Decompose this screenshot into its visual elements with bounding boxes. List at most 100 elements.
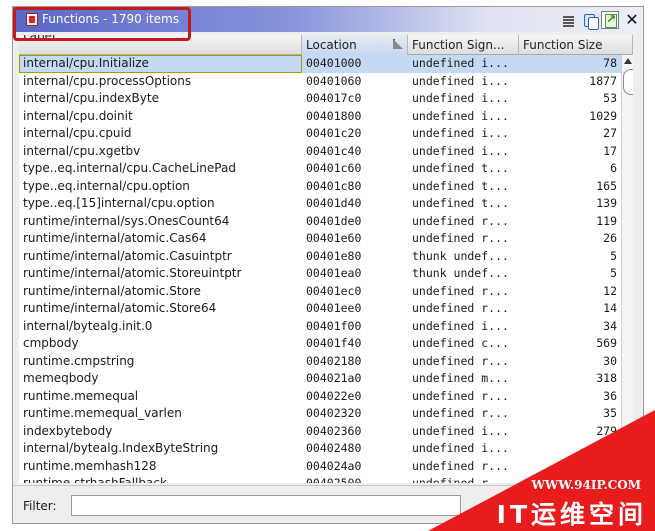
cell-signature: undefined i... [412,56,509,70]
cell-size: 5 [610,248,617,263]
cell-label: memeqbody [23,371,99,385]
table-row[interactable]: runtime.memequal 004022e0 undefined r... 36 [19,388,633,406]
cell-label: internal/bytealg.IndexByteString [23,441,219,455]
title-highlight-box [13,7,191,41]
column-header-location[interactable]: Location [302,35,408,55]
cell-label: runtime.memequal [23,388,139,403]
cell-label: runtime.cmpstring [23,353,135,368]
cell-size: 569 [596,336,617,350]
cell-label: internal/cpu.Initialize [19,55,302,73]
cell-signature: undefined r... [412,283,509,298]
cell-location: 00401060 [306,73,362,88]
cell-size: 12 [603,283,617,298]
table-row[interactable]: type..eq.internal/cpu.CacheLinePad 00401c… [19,160,633,178]
table-row[interactable]: internal/cpu.doinit 00401800 undefined i..… [19,108,633,126]
cell-label: type..eq.internal/cpu.option [23,178,190,193]
list-view-icon[interactable] [560,11,578,29]
cell-signature: undefined t... [412,161,509,175]
filter-input[interactable] [71,495,461,516]
cell-label: cmpbody [23,336,79,350]
cell-signature: undefined t... [412,196,509,210]
cell-label: runtime/internal/atomic.Store64 [23,301,217,315]
cell-label: runtime/internal/atomic.Store [23,283,201,298]
table-row[interactable]: runtime/internal/atomic.Cas64 00401e60 und… [19,230,633,248]
cell-location: 00401ec0 [306,283,362,298]
cell-location: 00402480 [306,441,362,455]
cell-size: 26 [603,231,617,245]
cell-size: 53 [603,91,617,105]
column-header-signature[interactable]: Function Sign... [408,35,519,55]
cell-location: 00401e60 [306,231,362,245]
cell-location: 00401c20 [306,126,362,140]
cell-label: runtime/internal/atomic.Casuintptr [23,248,232,263]
table-row[interactable]: type..eq.[15]internal/cpu.option 00401d40… [19,195,633,213]
cell-size: 165 [596,178,617,193]
cell-size: 139 [596,196,617,210]
cell-size: 34 [603,318,617,333]
cell-size: 1877 [589,73,617,88]
cell-label: internal/bytealg.init.0 [23,318,153,333]
cell-signature: undefined t... [412,178,509,193]
table-row[interactable]: cmpbody 00401f40 undefined c... 569 [19,335,633,353]
cell-signature: undefined m... [412,371,509,385]
cell-location: 004022e0 [306,388,362,403]
cell-signature: undefined i... [412,318,509,333]
cell-signature: undefined i... [412,108,509,123]
cell-label: runtime.memequal_varlen [23,406,182,420]
cell-location: 004024a0 [306,458,362,473]
table-row[interactable]: runtime/internal/sys.OnesCount64 00401de0… [19,213,633,231]
cell-signature: undefined i... [412,91,509,105]
table-row[interactable]: internal/cpu.indexByte 004017c0 undefined … [19,90,633,108]
table-row[interactable]: type..eq.internal/cpu.option 00401c80 unde… [19,178,633,196]
cell-location: 00401ee0 [306,301,362,315]
sort-ascending-icon [392,39,403,50]
table-row[interactable]: internal/cpu.processOptions 00401060 undef… [19,73,633,91]
cell-signature: undefined r... [412,213,509,228]
copy-icon[interactable] [581,11,599,30]
cell-label: internal/cpu.xgetbv [23,143,141,158]
scroll-up-icon[interactable] [624,58,632,64]
cell-signature: thunk undef... [412,248,509,263]
cell-signature: undefined r... [412,301,509,315]
table-row[interactable]: internal/bytealg.init.0 00401f00 undefined… [19,318,633,336]
cell-location: 00402500 [306,476,362,483]
table-row[interactable]: runtime/internal/atomic.Store 00401ec0 und… [19,283,633,301]
cell-size: 5 [610,266,617,280]
table-row[interactable]: memeqbody 004021a0 undefined m... 318 [19,370,633,388]
cell-location: 00401c40 [306,143,362,158]
cell-signature: undefined i... [412,126,509,140]
cell-location: 00401c80 [306,178,362,193]
table-row[interactable]: runtime/internal/atomic.Casuintptr 00401e… [19,248,633,266]
cell-label: type..eq.internal/cpu.CacheLinePad [23,161,236,175]
cell-label: type..eq.[15]internal/cpu.option [23,196,215,210]
column-header-size[interactable]: Function Size [519,35,633,55]
cell-size: 1029 [589,108,617,123]
table-row[interactable]: internal/cpu.Initialize 00401000 undefined… [19,55,633,73]
table-row[interactable]: internal/cpu.cpuid 00401c20 undefined i...… [19,125,633,143]
cell-size: 17 [603,143,617,158]
cell-signature: thunk undef... [412,266,509,280]
table-row[interactable]: internal/cpu.xgetbv 00401c40 undefined i..… [19,143,633,161]
cell-location: 00402360 [306,423,362,438]
cell-location: 00401800 [306,108,362,123]
table-row[interactable]: runtime.cmpstring 00402180 undefined r... 3… [19,353,633,371]
cell-size: 78 [603,56,617,70]
cell-signature: undefined i... [412,143,509,158]
cell-location: 00401e80 [306,248,362,263]
table-row[interactable]: runtime/internal/atomic.Storeuintptr 0040… [19,265,633,283]
table-row[interactable]: runtime/internal/atomic.Store64 00401ee0 u… [19,300,633,318]
cell-signature: undefined r... [412,353,509,368]
cell-location: 00401ea0 [306,266,362,280]
watermark-url: WWW.94IP.COM [531,478,641,492]
close-icon[interactable]: ✕ [623,11,641,29]
cell-label: runtime.memhash128 [23,458,157,473]
cell-signature: undefined r... [412,231,509,245]
cell-signature: undefined r... [412,388,509,403]
export-icon[interactable] [601,11,619,29]
cell-location: 00401c60 [306,161,362,175]
cell-label: internal/cpu.cpuid [23,126,132,140]
scrollbar-thumb[interactable] [623,69,633,95]
cell-label: internal/cpu.doinit [23,108,133,123]
filter-label: Filter: [23,499,57,513]
cell-location: 00402180 [306,353,362,368]
